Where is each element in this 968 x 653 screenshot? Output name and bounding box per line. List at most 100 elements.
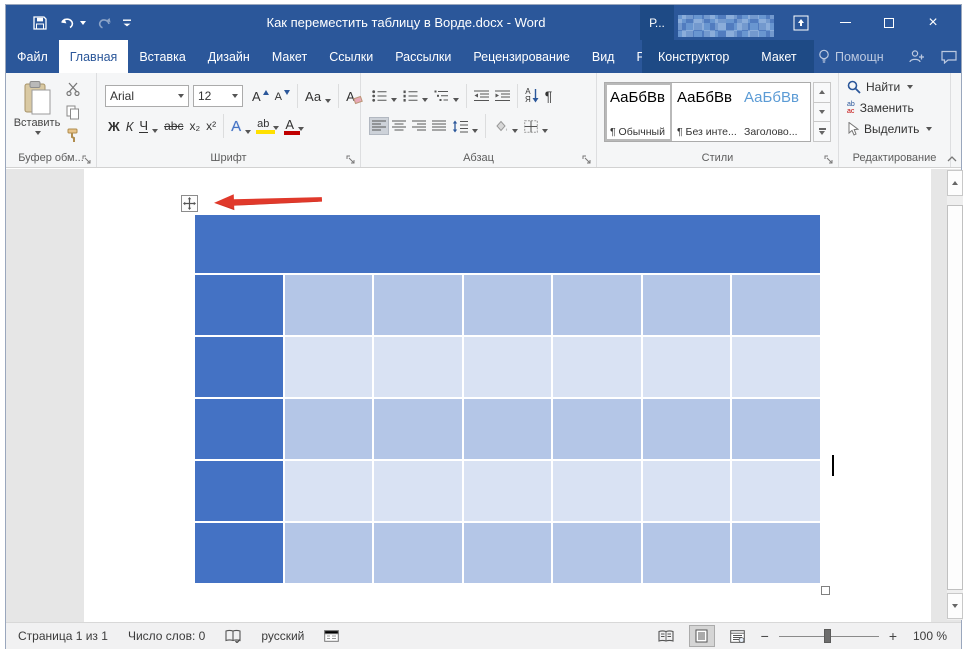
table-cell[interactable] [732, 461, 820, 521]
proofing-status[interactable] [225, 629, 241, 643]
table-cell[interactable] [285, 275, 373, 335]
font-size-combobox[interactable]: 12 [193, 85, 243, 107]
text-effects-button[interactable]: А [228, 117, 254, 136]
macro-recording[interactable] [324, 630, 339, 642]
comments-button[interactable] [941, 50, 957, 64]
table-cell[interactable] [732, 275, 820, 335]
borders-button[interactable] [521, 118, 551, 135]
print-layout-button[interactable] [689, 625, 715, 647]
paste-button[interactable]: Вставить [14, 81, 60, 147]
cut-button[interactable] [66, 81, 81, 97]
line-spacing-button[interactable] [449, 118, 481, 135]
table-cell[interactable] [285, 461, 373, 521]
table-cell[interactable] [643, 337, 731, 397]
align-left-button[interactable] [369, 117, 389, 135]
table-rowheader-cell[interactable] [195, 399, 283, 459]
scroll-down-button[interactable] [947, 593, 963, 619]
redo-button[interactable] [94, 14, 114, 32]
table-cell[interactable] [464, 523, 552, 583]
bullets-button[interactable] [369, 88, 400, 104]
underline-button[interactable]: Ч [136, 117, 161, 135]
save-button[interactable] [30, 13, 50, 33]
sort-button[interactable]: АЯ [522, 86, 542, 106]
increase-indent-button[interactable] [492, 88, 513, 104]
web-layout-button[interactable] [725, 625, 751, 647]
shrink-font-button[interactable]: А [272, 88, 293, 105]
grow-font-button[interactable]: А [249, 88, 272, 105]
font-color-button[interactable]: А [282, 116, 307, 136]
table-cell[interactable] [553, 399, 641, 459]
tab-home[interactable]: Главная [59, 40, 129, 73]
table-cell[interactable] [732, 523, 820, 583]
table-header-row[interactable] [195, 215, 820, 273]
clipboard-dialog-launcher[interactable] [82, 153, 93, 164]
table-cell[interactable] [464, 399, 552, 459]
bold-button[interactable]: Ж [105, 118, 123, 135]
multilevel-list-button[interactable] [431, 88, 462, 104]
zoom-slider-thumb[interactable] [824, 629, 831, 643]
highlight-color-button[interactable]: ab [254, 117, 282, 135]
tab-design[interactable]: Дизайн [197, 40, 261, 73]
table-cell[interactable] [374, 523, 462, 583]
find-button[interactable]: Найти [847, 80, 932, 94]
table-cell[interactable] [374, 461, 462, 521]
scroll-up-button[interactable] [947, 170, 963, 196]
table-cell[interactable] [553, 275, 641, 335]
undo-button[interactable] [56, 14, 88, 32]
table-cell[interactable] [643, 399, 731, 459]
tab-references[interactable]: Ссылки [318, 40, 384, 73]
table-cell[interactable] [464, 337, 552, 397]
subscript-button[interactable]: х₂ [186, 118, 203, 134]
zoom-out-button[interactable]: − [761, 628, 769, 644]
italic-button[interactable]: К [123, 118, 137, 135]
table-cell[interactable] [374, 337, 462, 397]
paragraph-dialog-launcher[interactable] [582, 153, 593, 164]
table-cell[interactable] [553, 461, 641, 521]
table-cell[interactable] [285, 337, 373, 397]
tab-mailings[interactable]: Рассылки [384, 40, 462, 73]
format-painter-button[interactable] [66, 127, 81, 143]
zoom-slider[interactable] [779, 629, 879, 643]
collapse-ribbon-button[interactable] [945, 150, 958, 163]
justify-button[interactable] [429, 117, 449, 135]
qat-customize-button[interactable] [120, 16, 134, 30]
minimize-button[interactable] [823, 5, 867, 40]
align-center-button[interactable] [389, 117, 409, 135]
word-count[interactable]: Число слов: 0 [128, 629, 205, 643]
style-card-normal[interactable]: АаБбВв ¶ Обычный [605, 83, 672, 141]
table-rowheader-cell[interactable] [195, 523, 283, 583]
decrease-indent-button[interactable] [471, 88, 492, 104]
styles-scroll-up-button[interactable] [813, 82, 831, 103]
font-name-combobox[interactable]: Arial [105, 85, 189, 107]
strikethrough-button[interactable]: abc [161, 118, 186, 134]
table-rowheader-cell[interactable] [195, 337, 283, 397]
close-button[interactable]: × [911, 5, 955, 40]
select-button[interactable]: Выделить [847, 122, 932, 136]
table-resize-handle[interactable] [821, 586, 830, 595]
change-case-button[interactable]: Аа [302, 88, 334, 105]
table-cell[interactable] [464, 461, 552, 521]
tab-table-design[interactable]: Конструктор [642, 40, 745, 73]
style-card-no-spacing[interactable]: АаБбВв ¶ Без инте... [672, 83, 739, 141]
styles-gallery-more-button[interactable] [813, 122, 831, 142]
maximize-button[interactable] [867, 5, 911, 40]
zoom-in-button[interactable]: + [889, 628, 897, 644]
tab-layout[interactable]: Макет [261, 40, 318, 73]
table-cell[interactable] [732, 337, 820, 397]
tab-insert[interactable]: Вставка [128, 40, 196, 73]
ribbon-display-options-button[interactable] [779, 5, 823, 40]
table-cell[interactable] [374, 399, 462, 459]
table-cell[interactable] [553, 523, 641, 583]
numbering-button[interactable] [400, 88, 431, 104]
clear-formatting-button[interactable]: А [343, 88, 358, 105]
tab-review[interactable]: Рецензирование [462, 40, 581, 73]
superscript-button[interactable]: х² [203, 118, 219, 134]
scrollbar-thumb[interactable] [947, 205, 963, 590]
table-cell[interactable] [285, 399, 373, 459]
style-card-heading[interactable]: АаБбВв Заголово... [739, 83, 806, 141]
table-rowheader-cell[interactable] [195, 461, 283, 521]
table-cell[interactable] [643, 461, 731, 521]
replace-button[interactable]: abac Заменить [847, 101, 932, 115]
align-right-button[interactable] [409, 117, 429, 135]
table-rowheader-cell[interactable] [195, 275, 283, 335]
